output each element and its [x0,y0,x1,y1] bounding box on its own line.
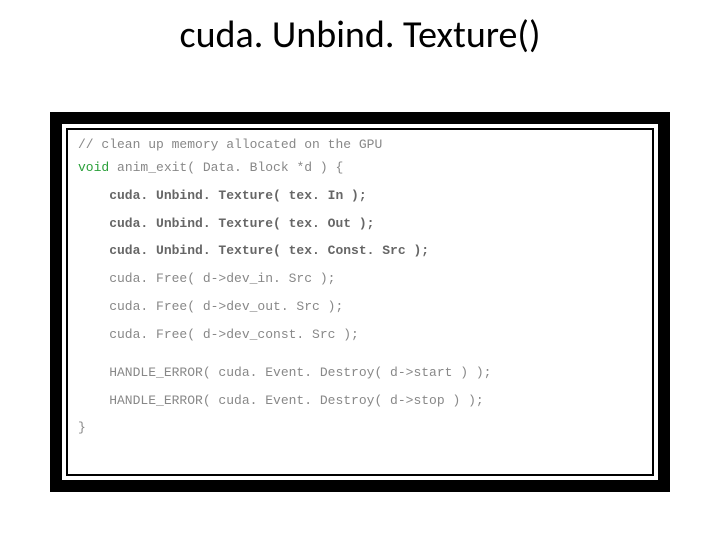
code-line: cuda. Unbind. Texture( tex. In ); [78,187,642,206]
code-frame-outer: // clean up memory allocated on the GPU … [50,112,670,492]
code-line: void anim_exit( Data. Block *d ) { [78,159,642,178]
code-line: cuda. Free( d->dev_in. Src ); [78,270,642,289]
code-frame-mid: // clean up memory allocated on the GPU … [62,124,658,480]
code-block: // clean up memory allocated on the GPU … [66,128,654,476]
code-line: cuda. Unbind. Texture( tex. Const. Src )… [78,242,642,261]
code-line: } [78,419,642,438]
code-line: cuda. Free( d->dev_out. Src ); [78,298,642,317]
code-line: cuda. Free( d->dev_const. Src ); [78,326,642,345]
code-comment: // clean up memory allocated on the GPU [78,136,642,155]
code-line: HANDLE_ERROR( cuda. Event. Destroy( d->s… [78,364,642,383]
slide: cuda. Unbind. Texture() // clean up memo… [0,0,720,540]
blank-line [78,354,642,364]
code-line: cuda. Unbind. Texture( tex. Out ); [78,215,642,234]
code-line: HANDLE_ERROR( cuda. Event. Destroy( d->s… [78,392,642,411]
slide-title: cuda. Unbind. Texture() [0,12,720,58]
